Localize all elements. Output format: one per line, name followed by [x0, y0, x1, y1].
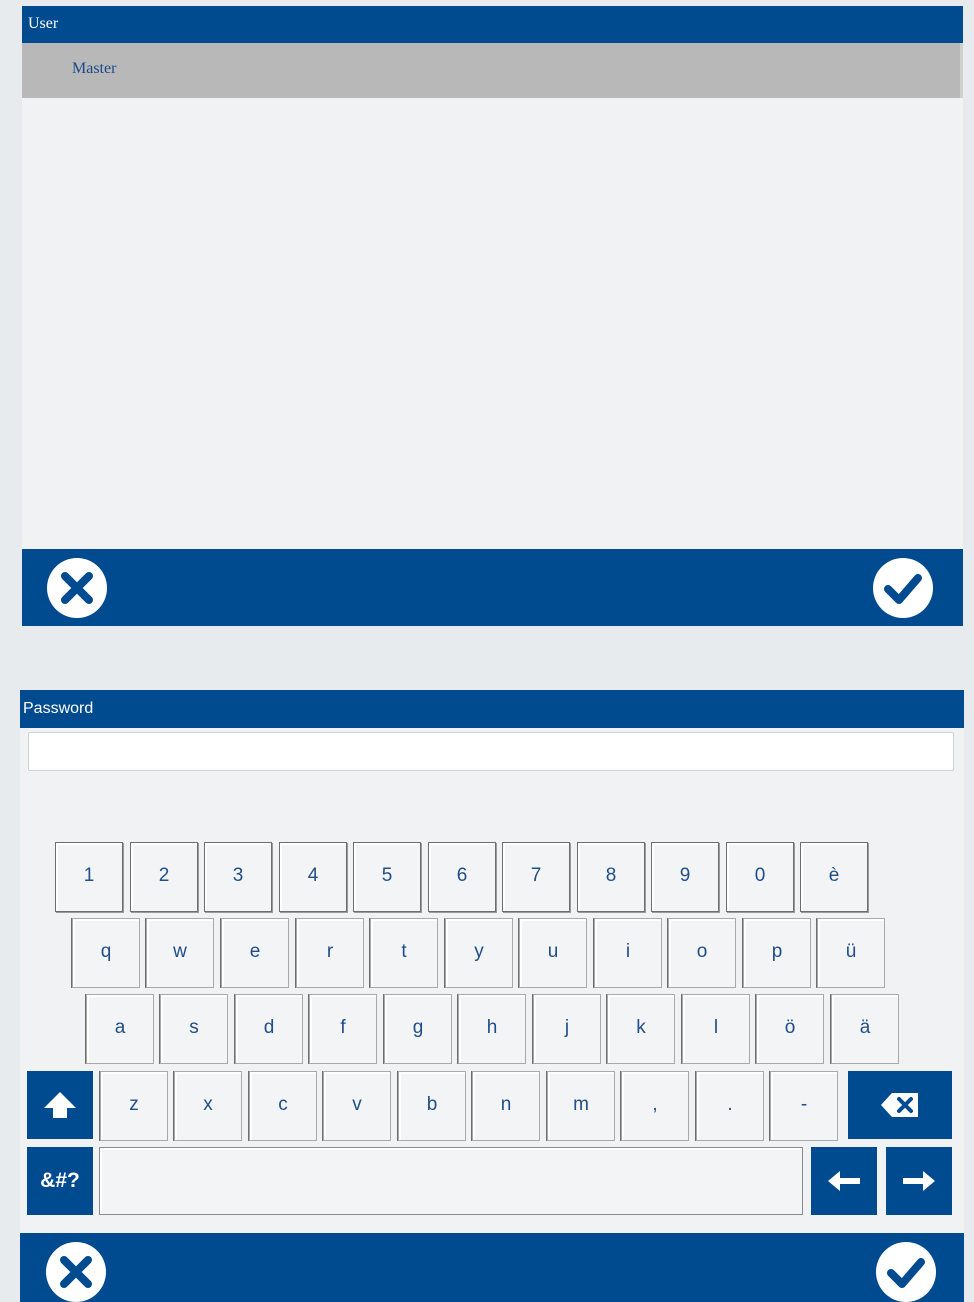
key-w[interactable]: w: [146, 918, 214, 988]
key-s[interactable]: s: [160, 994, 228, 1064]
key-6[interactable]: 6: [428, 842, 496, 912]
close-icon[interactable]: [45, 556, 109, 620]
key-a[interactable]: a: [86, 994, 154, 1064]
key-1[interactable]: 1: [55, 842, 123, 912]
key-9[interactable]: 9: [651, 842, 719, 912]
key-h[interactable]: h: [458, 994, 526, 1064]
key-t[interactable]: t: [370, 918, 438, 988]
password-dialog-footer: [20, 1233, 964, 1302]
cursor-left-key[interactable]: [811, 1147, 877, 1215]
key-x[interactable]: x: [174, 1071, 242, 1141]
key-u[interactable]: u: [519, 918, 587, 988]
list-scroll-edge: [960, 43, 963, 98]
key-n[interactable]: n: [472, 1071, 540, 1141]
arrow-left-icon: [828, 1171, 860, 1191]
cursor-right-key[interactable]: [886, 1147, 952, 1215]
key-v[interactable]: v: [323, 1071, 391, 1141]
key-d[interactable]: d: [235, 994, 303, 1064]
key-8[interactable]: 8: [577, 842, 645, 912]
key-b[interactable]: b: [398, 1071, 466, 1141]
close-icon[interactable]: [44, 1240, 108, 1302]
shift-arrow-up-icon: [44, 1092, 76, 1118]
key-y[interactable]: y: [445, 918, 513, 988]
key-f[interactable]: f: [309, 994, 377, 1064]
key-e-grave[interactable]: è: [800, 842, 868, 912]
password-dialog: Password 1 2 3 4 5 6 7 8 9 0 è q w e r t…: [20, 690, 964, 1302]
user-list-item-master[interactable]: Master: [22, 43, 963, 98]
key-l[interactable]: l: [682, 994, 750, 1064]
key-0[interactable]: 0: [726, 842, 794, 912]
key-period[interactable]: .: [696, 1071, 764, 1141]
key-c[interactable]: c: [249, 1071, 317, 1141]
key-hyphen[interactable]: -: [770, 1071, 838, 1141]
key-7[interactable]: 7: [502, 842, 570, 912]
key-p[interactable]: p: [743, 918, 811, 988]
password-dialog-title: Password: [20, 690, 964, 728]
key-k[interactable]: k: [607, 994, 675, 1064]
key-g[interactable]: g: [384, 994, 452, 1064]
key-q[interactable]: q: [72, 918, 140, 988]
symbols-key[interactable]: &#?: [27, 1147, 93, 1215]
key-j[interactable]: j: [533, 994, 601, 1064]
key-5[interactable]: 5: [353, 842, 421, 912]
key-i[interactable]: i: [594, 918, 662, 988]
key-4[interactable]: 4: [279, 842, 347, 912]
key-o-umlaut[interactable]: ö: [756, 994, 824, 1064]
key-2[interactable]: 2: [130, 842, 198, 912]
user-dialog-footer: [22, 549, 963, 626]
password-input[interactable]: [28, 732, 954, 771]
backspace-icon: [881, 1093, 918, 1117]
key-r[interactable]: r: [296, 918, 364, 988]
key-u-umlaut[interactable]: ü: [817, 918, 885, 988]
arrow-right-icon: [903, 1171, 935, 1191]
key-e[interactable]: e: [221, 918, 289, 988]
checkmark-icon[interactable]: [871, 556, 935, 620]
key-z[interactable]: z: [100, 1071, 168, 1141]
key-3[interactable]: 3: [204, 842, 272, 912]
key-a-umlaut[interactable]: ä: [831, 994, 899, 1064]
backspace-key[interactable]: [848, 1071, 952, 1139]
key-m[interactable]: m: [547, 1071, 615, 1141]
user-dialog-title: User: [22, 6, 963, 43]
checkmark-icon[interactable]: [874, 1240, 938, 1302]
shift-key[interactable]: [27, 1071, 93, 1139]
space-key[interactable]: [99, 1147, 803, 1215]
key-o[interactable]: o: [668, 918, 736, 988]
key-comma[interactable]: ,: [621, 1071, 689, 1141]
user-dialog: User Master: [22, 6, 963, 626]
